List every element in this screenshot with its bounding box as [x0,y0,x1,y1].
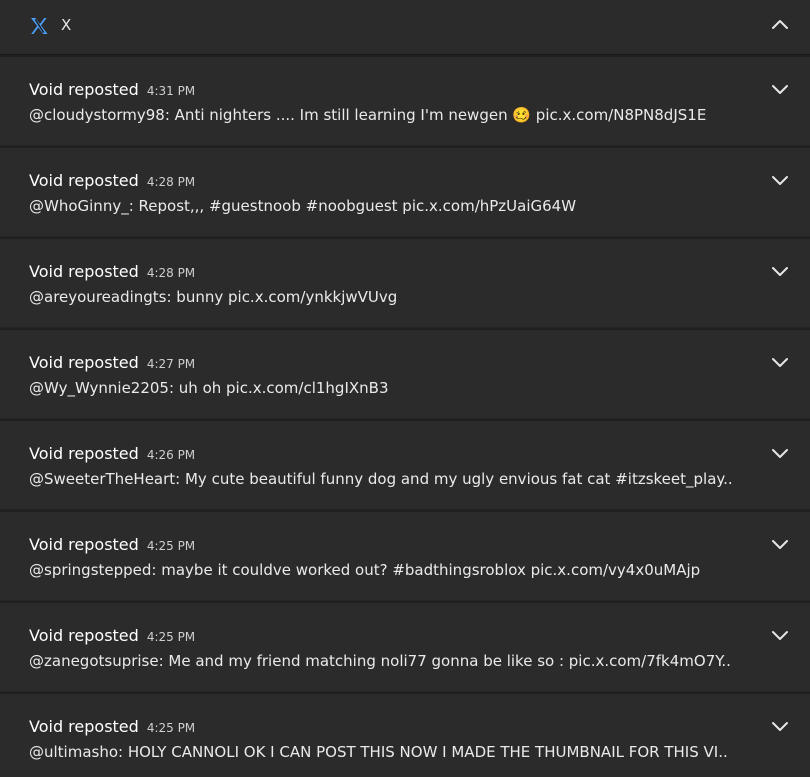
notification-item[interactable]: Void reposted 4:25 PM @ultimasho: HOLY CA… [0,694,810,777]
notification-item[interactable]: Void reposted 4:25 PM @zanegotsuprise: Me… [0,603,810,692]
notification-header: Void reposted 4:25 PM [29,534,195,557]
chevron-down-icon[interactable] [768,168,792,192]
notification-item[interactable]: Void reposted 4:28 PM @WhoGinny_: Repost,… [0,148,810,237]
notification-title: Void reposted [29,171,139,190]
notification-body: @SweeterTheHeart: My cute beautiful funn… [29,470,733,488]
notification-time: 4:31 PM [146,84,196,98]
notification-time: 4:25 PM [146,630,196,644]
chevron-down-icon[interactable] [768,623,792,647]
chevron-down-icon[interactable] [768,350,792,374]
notification-item[interactable]: Void reposted 4:26 PM @SweeterTheHeart: M… [0,421,810,510]
chevron-down-icon[interactable] [768,441,792,465]
notification-list: Void reposted 4:31 PM @cloudystormy98: An… [0,57,810,777]
notification-time: 4:25 PM [146,539,196,553]
notification-item[interactable]: Void reposted 4:28 PM @areyoureadingts: b… [0,239,810,328]
notification-header: Void reposted 4:28 PM [29,261,195,284]
notification-time: 4:28 PM [146,266,196,280]
notification-item[interactable]: Void reposted 4:27 PM @Wy_Wynnie2205: uh … [0,330,810,419]
notification-center: X Void reposted 4:31 PM @cloudystormy98: … [0,0,810,777]
notification-body: @WhoGinny_: Repost,,, #guestnoob #noobgu… [29,197,577,215]
chevron-down-icon[interactable] [768,77,792,101]
notification-time: 4:27 PM [146,357,196,371]
notification-time: 4:26 PM [146,448,196,462]
notification-body: @zanegotsuprise: Me and my friend matchi… [29,652,731,670]
notification-body: @areyoureadingts: bunny pic.x.com/ynkkjw… [29,288,398,306]
notification-title: Void reposted [29,80,139,99]
notification-header: Void reposted 4:25 PM [29,625,195,648]
notification-time: 4:25 PM [146,721,196,735]
x-logo-icon [28,15,50,37]
app-name: X [61,16,72,34]
notification-time: 4:28 PM [146,175,196,189]
chevron-down-icon[interactable] [768,259,792,283]
notification-body: @Wy_Wynnie2205: uh oh pic.x.com/cl1hgIXn… [29,379,389,397]
notification-header: Void reposted 4:27 PM [29,352,195,375]
notification-title: Void reposted [29,626,139,645]
notification-body: @ultimasho: HOLY CANNOLI OK I CAN POST T… [29,743,728,761]
notification-body: @springstepped: maybe it couldve worked … [29,561,701,579]
app-group-header[interactable]: X [0,0,810,55]
notification-body: @cloudystormy98: Anti nighters .... Im s… [29,106,707,124]
chevron-down-icon[interactable] [768,532,792,556]
notification-title: Void reposted [29,353,139,372]
notification-header: Void reposted 4:25 PM [29,716,195,739]
notification-title: Void reposted [29,444,139,463]
chevron-up-icon[interactable] [768,13,792,37]
notification-title: Void reposted [29,535,139,554]
notification-item[interactable]: Void reposted 4:31 PM @cloudystormy98: An… [0,57,810,146]
notification-item[interactable]: Void reposted 4:25 PM @springstepped: may… [0,512,810,601]
notification-title: Void reposted [29,262,139,281]
notification-header: Void reposted 4:31 PM [29,79,195,102]
notification-title: Void reposted [29,717,139,736]
chevron-down-icon[interactable] [768,714,792,738]
notification-header: Void reposted 4:26 PM [29,443,195,466]
notification-header: Void reposted 4:28 PM [29,170,195,193]
